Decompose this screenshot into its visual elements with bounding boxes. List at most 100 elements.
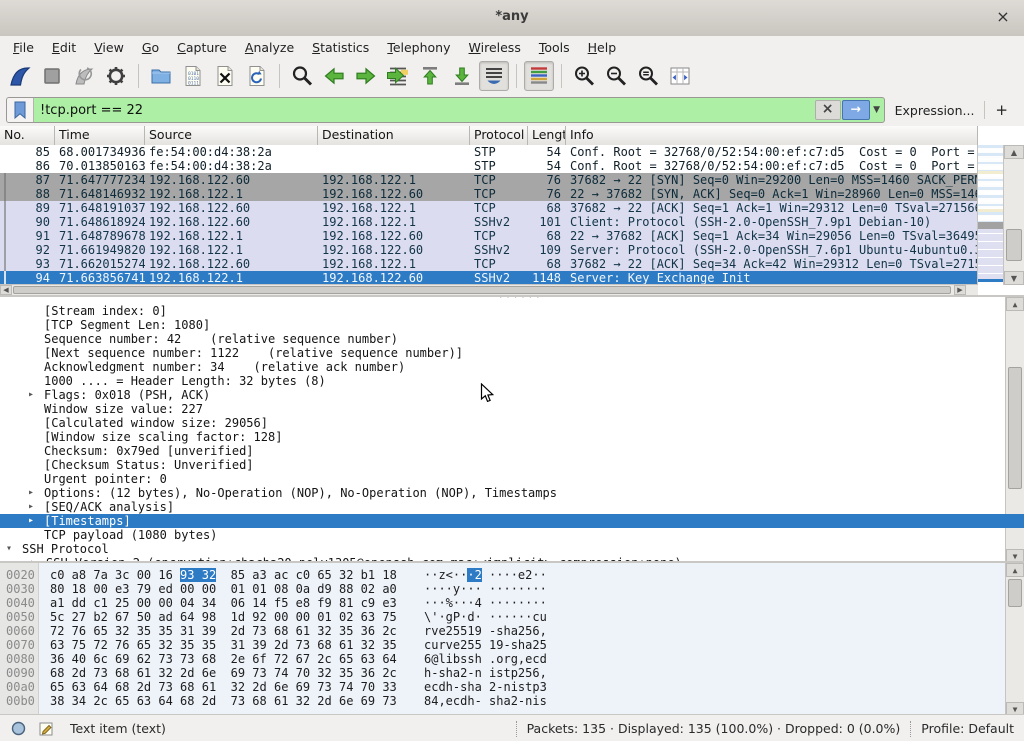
menu-edit[interactable]: Edit xyxy=(43,38,85,57)
resize-columns-button[interactable] xyxy=(665,61,695,91)
hex-row-00a0[interactable]: 00a065 63 64 68 2d 73 68 61 32 2d 6e 69 … xyxy=(0,680,1024,694)
column-header-info[interactable]: Info xyxy=(566,126,978,145)
ascii-bytes[interactable]: ecdh-sha 2-nistp3 xyxy=(424,680,547,694)
hex-bytes[interactable]: 38 34 2c 65 63 64 68 2d 73 68 61 32 2d 6… xyxy=(50,694,397,708)
packet-row-88[interactable]: 8871.648146932192.168.122.1192.168.122.6… xyxy=(0,187,978,201)
hex-row-00b0[interactable]: 00b038 34 2c 65 63 64 68 2d 73 68 61 32 … xyxy=(0,694,1024,708)
detail-line[interactable]: Acknowledgment number: 34 (relative ack … xyxy=(0,360,1024,374)
hex-bytes[interactable]: c0 a8 7a 3c 00 16 93 32 85 a3 ac c0 65 3… xyxy=(50,568,397,582)
expander-closed-icon[interactable]: ▸ xyxy=(28,388,34,402)
scroll-thumb[interactable] xyxy=(1008,579,1022,607)
hex-row-0030[interactable]: 003080 18 00 e3 79 ed 00 00 01 01 08 0a … xyxy=(0,582,1024,596)
packet-row-86[interactable]: 8670.013850163fe:54:00:d4:38:2aSTP54Conf… xyxy=(0,159,978,173)
zoom-in-button[interactable] xyxy=(569,61,599,91)
bytes-vscrollbar[interactable]: ▲ ▼ xyxy=(1005,563,1024,714)
menu-analyze[interactable]: Analyze xyxy=(236,38,303,57)
colorize-packets-button[interactable] xyxy=(524,61,554,91)
menu-tools[interactable]: Tools xyxy=(530,38,579,57)
reload-file-button[interactable] xyxy=(242,61,272,91)
detail-line[interactable]: ▸[Timestamps] xyxy=(0,514,1024,528)
filter-dropdown-caret[interactable]: ▼ xyxy=(870,105,884,115)
detail-line[interactable]: Urgent pointer: 0 xyxy=(0,472,1024,486)
scroll-thumb[interactable] xyxy=(1006,229,1022,261)
expander-closed-icon[interactable]: ▸ xyxy=(28,514,34,528)
hex-row-0090[interactable]: 009068 2d 73 68 61 32 2d 6e 69 73 74 70 … xyxy=(0,666,1024,680)
column-header-source[interactable]: Source xyxy=(145,126,318,145)
hex-bytes[interactable]: 5c 27 b2 67 50 ad 64 98 1d 92 00 00 01 0… xyxy=(50,610,397,624)
open-file-button[interactable] xyxy=(146,61,176,91)
hex-row-0060[interactable]: 006072 76 65 32 35 35 31 39 2d 73 68 61 … xyxy=(0,624,1024,638)
hex-row-0050[interactable]: 00505c 27 b2 67 50 ad 64 98 1d 92 00 00 … xyxy=(0,610,1024,624)
hex-row-0070[interactable]: 007063 75 72 76 65 32 35 35 31 39 2d 73 … xyxy=(0,638,1024,652)
filter-clear-button[interactable]: × xyxy=(815,100,841,120)
detail-line[interactable]: TCP payload (1080 bytes) xyxy=(0,528,1024,542)
packet-row-87[interactable]: 8771.647777234192.168.122.60192.168.122.… xyxy=(0,173,978,187)
hex-bytes[interactable]: a1 dd c1 25 00 00 04 34 06 14 f5 e8 f9 8… xyxy=(50,596,397,610)
expander-open-icon[interactable]: ▾ xyxy=(6,542,12,556)
hex-bytes[interactable]: 63 75 72 76 65 32 35 35 31 39 2d 73 68 6… xyxy=(50,638,397,652)
column-header-time[interactable]: Time xyxy=(55,126,145,145)
packet-row-94[interactable]: 9471.663856741192.168.122.1192.168.122.6… xyxy=(0,271,978,285)
ascii-bytes[interactable]: 84,ecdh- sha2-nis xyxy=(424,694,547,708)
find-packet-button[interactable] xyxy=(287,61,317,91)
go-to-bottom-button[interactable] xyxy=(447,61,477,91)
packet-list-hscrollbar[interactable]: ◀ ▶ xyxy=(0,284,978,295)
go-forward-button[interactable] xyxy=(351,61,381,91)
packet-row-93[interactable]: 9371.662015274192.168.122.60192.168.122.… xyxy=(0,257,978,271)
packet-minimap[interactable] xyxy=(977,145,1004,285)
ascii-bytes[interactable]: h-sha2-n istp256, xyxy=(424,666,547,680)
filter-text[interactable]: !tcp.port == 22 xyxy=(34,103,814,118)
detail-line[interactable]: ▸Flags: 0x018 (PSH, ACK) xyxy=(0,388,1024,402)
expander-closed-icon[interactable]: ▸ xyxy=(28,486,34,500)
packet-row-85[interactable]: 8568.001734936fe:54:00:d4:38:2aSTP54Conf… xyxy=(0,145,978,159)
menu-telephony[interactable]: Telephony xyxy=(378,38,459,57)
packet-row-92[interactable]: 9271.661949820192.168.122.1192.168.122.6… xyxy=(0,243,978,257)
scroll-right-arrow[interactable]: ▶ xyxy=(954,285,966,295)
save-file-button[interactable]: 010101100111 xyxy=(178,61,208,91)
detail-line[interactable]: [Next sequence number: 1122 (relative se… xyxy=(0,346,1024,360)
profile-status[interactable]: Profile: Default xyxy=(921,721,1014,736)
hex-bytes[interactable]: 80 18 00 e3 79 ed 00 00 01 01 08 0a d9 8… xyxy=(50,582,397,596)
go-to-top-button[interactable] xyxy=(415,61,445,91)
menu-go[interactable]: Go xyxy=(133,38,168,57)
detail-line[interactable]: [Stream index: 0] xyxy=(0,304,1024,318)
expression-button[interactable]: Expression... xyxy=(885,103,985,118)
start-capture-button[interactable] xyxy=(5,61,35,91)
detail-line[interactable]: [Window size scaling factor: 128] xyxy=(0,430,1024,444)
hex-row-0040[interactable]: 0040a1 dd c1 25 00 00 04 34 06 14 f5 e8 … xyxy=(0,596,1024,610)
detail-line[interactable]: [Checksum Status: Unverified] xyxy=(0,458,1024,472)
hex-bytes[interactable]: 65 63 64 68 2d 73 68 61 32 2d 6e 69 73 7… xyxy=(50,680,397,694)
column-header-destination[interactable]: Destination xyxy=(318,126,470,145)
filter-apply-button[interactable]: → xyxy=(842,100,870,120)
detail-line[interactable]: [TCP Segment Len: 1080] xyxy=(0,318,1024,332)
detail-line[interactable]: ▸[SEQ/ACK analysis] xyxy=(0,500,1024,514)
scroll-down-arrow[interactable]: ▼ xyxy=(1004,271,1024,285)
column-header-length[interactable]: Length xyxy=(528,126,566,145)
add-filter-button[interactable]: + xyxy=(985,101,1018,119)
menu-capture[interactable]: Capture xyxy=(168,38,236,57)
ascii-bytes[interactable]: \'·gP·d· ······cu xyxy=(424,610,547,624)
menu-statistics[interactable]: Statistics xyxy=(303,38,378,57)
hex-bytes[interactable]: 72 76 65 32 35 35 31 39 2d 73 68 61 32 3… xyxy=(50,624,397,638)
capture-options-button[interactable] xyxy=(101,61,131,91)
column-header-no[interactable]: No. xyxy=(0,126,55,145)
detail-line[interactable]: ▾SSH Protocol xyxy=(0,542,1024,556)
ascii-bytes[interactable]: ····y··· ········ xyxy=(424,582,547,596)
detail-line[interactable]: Sequence number: 42 (relative sequence n… xyxy=(0,332,1024,346)
scroll-left-arrow[interactable]: ◀ xyxy=(0,285,12,295)
restart-capture-button[interactable] xyxy=(69,61,99,91)
packet-row-89[interactable]: 8971.648191037192.168.122.60192.168.122.… xyxy=(0,201,978,215)
close-window-button[interactable]: × xyxy=(992,6,1014,28)
menu-wireless[interactable]: Wireless xyxy=(460,38,530,57)
detail-line[interactable]: [Calculated window size: 29056] xyxy=(0,416,1024,430)
column-header-protocol[interactable]: Protocol xyxy=(470,126,528,145)
display-filter-input[interactable]: !tcp.port == 22 × → ▼ xyxy=(6,97,885,123)
ascii-bytes[interactable]: ··z<···2 ····e2·· xyxy=(424,568,547,582)
scroll-down-arrow[interactable]: ▼ xyxy=(1006,702,1024,714)
detail-line[interactable]: Window size value: 227 xyxy=(0,402,1024,416)
scroll-up-arrow[interactable]: ▲ xyxy=(1006,563,1024,577)
ascii-bytes[interactable]: ···%···4 ········ xyxy=(424,596,547,610)
go-back-button[interactable] xyxy=(319,61,349,91)
hex-bytes[interactable]: 68 2d 73 68 61 32 2d 6e 69 73 74 70 32 3… xyxy=(50,666,397,680)
menu-file[interactable]: File xyxy=(4,38,43,57)
